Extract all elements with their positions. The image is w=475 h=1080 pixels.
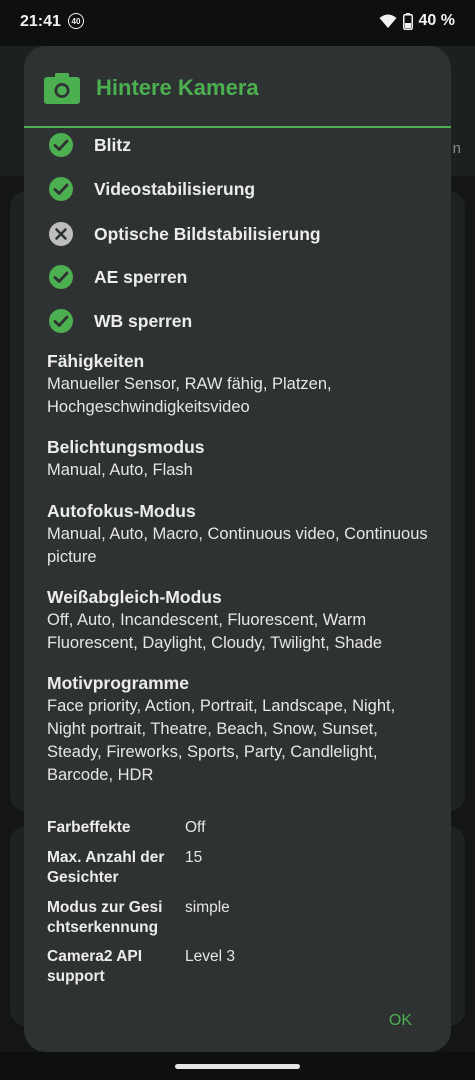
section-value: Off, Auto, Incandescent, Fluorescent, Wa… (47, 611, 383, 652)
feature-label: Videostabilisierung (94, 179, 256, 199)
section-heading: Weißabgleich-Modus (47, 587, 222, 607)
feature-label: Blitz (94, 135, 131, 155)
feature-row-optische-bildstabilisierung: Optische Bildstabilisierung (24, 219, 451, 249)
section-heading: Fähigkeiten (47, 351, 145, 371)
wifi-icon (379, 14, 397, 28)
feature-row-ae-sperren: AE sperren (24, 262, 451, 292)
property-value: simple (185, 899, 230, 916)
section-heading: Motivprogramme (47, 673, 189, 693)
section-value: Manual, Auto, Flash (47, 461, 193, 479)
status-right: 40 % (379, 12, 455, 30)
battery-icon (402, 12, 413, 30)
dialog-header: Hintere Kamera (24, 46, 451, 128)
notification-badge-icon: 40 (68, 13, 84, 29)
property-key: Farbeffekte (47, 819, 131, 836)
check-circle-icon (49, 133, 73, 157)
section-belichtungsmodus: Belichtungsmodus Manual, Auto, Flash (47, 436, 437, 482)
cancel-circle-icon (49, 222, 73, 246)
section-value: Manueller Sensor, RAW fähig, Platzen, Ho… (47, 375, 332, 416)
section-motivprogramme: Motivprogramme Face priority, Action, Po… (47, 672, 437, 787)
section-faehigkeiten: Fähigkeiten Manueller Sensor, RAW fähig,… (47, 350, 437, 419)
camera-icon (44, 73, 80, 104)
camera-info-dialog: Hintere Kamera Blitz Videostabilisierung… (24, 46, 451, 1052)
feature-label: Optische Bildstabilisierung (94, 224, 321, 244)
check-circle-icon (49, 177, 73, 201)
battery-percent: 40 % (418, 12, 455, 29)
feature-row-wb-sperren: WB sperren (24, 306, 451, 336)
status-bar: 21:41 40 40 % (0, 0, 475, 46)
property-value: 15 (185, 849, 203, 866)
feature-row-blitz: Blitz (24, 130, 451, 160)
property-value: Level 3 (185, 948, 235, 965)
section-value: Face priority, Action, Portrait, Landsca… (47, 697, 396, 784)
home-gesture-handle[interactable] (175, 1064, 300, 1069)
feature-label: AE sperren (94, 267, 188, 287)
check-circle-icon (49, 265, 73, 289)
section-heading: Autofokus-Modus (47, 501, 196, 521)
property-key: Max. Anzahl der Gesichter (47, 849, 165, 886)
check-circle-icon (49, 309, 73, 333)
feature-row-videostabilisierung: Videostabilisierung (24, 174, 451, 204)
ok-button[interactable]: OK (389, 1010, 412, 1032)
dialog-title: Hintere Kamera (96, 75, 259, 100)
section-weissabgleich-modus: Weißabgleich-Modus Off, Auto, Incandesce… (47, 586, 437, 655)
status-time: 21:41 (20, 13, 61, 30)
section-autofokus-modus: Autofokus-Modus Manual, Auto, Macro, Con… (47, 500, 437, 569)
background-tab-fragment: n (452, 140, 461, 157)
section-heading: Belichtungsmodus (47, 437, 205, 457)
navigation-bar (0, 1052, 475, 1080)
feature-label: WB sperren (94, 311, 193, 331)
section-value: Manual, Auto, Macro, Continuous video, C… (47, 525, 428, 566)
property-value: Off (185, 819, 206, 836)
property-key: Camera2 API support (47, 948, 143, 985)
property-key: Modus zur Gesi chtserkennung (47, 899, 163, 936)
